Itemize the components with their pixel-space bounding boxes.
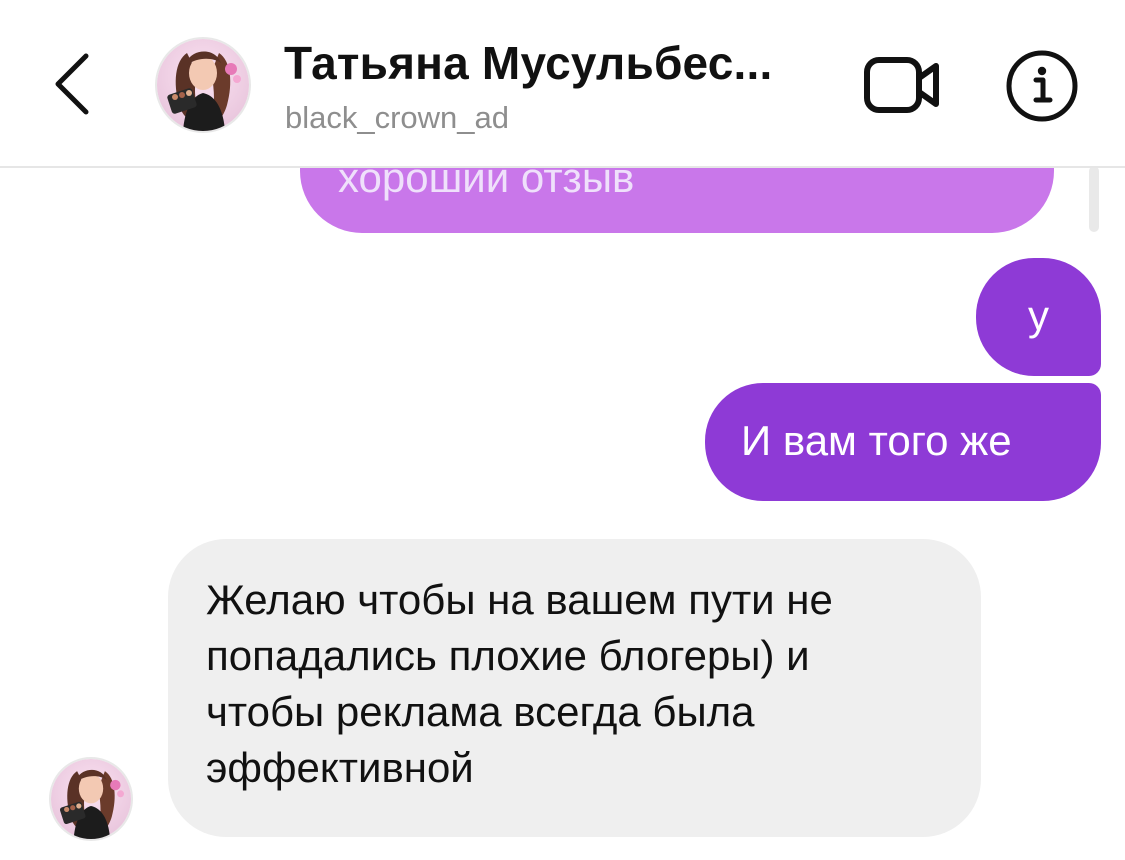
message-text: у [1028, 292, 1049, 339]
contact-name[interactable]: Татьяна Мусульбес... [284, 36, 772, 90]
contact-username[interactable]: black_crown_ad [285, 100, 509, 136]
avatar-image [157, 39, 249, 131]
chat-header: Татьяна Мусульбес... black_crown_ad [0, 0, 1125, 168]
message-text: Желаю чтобы на вашем пути не попадались … [206, 576, 833, 791]
video-call-button[interactable] [862, 52, 944, 118]
chat-screen: Татьяна Мусульбес... black_crown_ad хоро… [0, 0, 1125, 860]
avatar-image [51, 759, 131, 839]
chevron-left-icon [55, 53, 89, 115]
back-button[interactable] [40, 44, 110, 124]
sender-avatar[interactable] [49, 757, 133, 841]
message-text: И вам того же [741, 417, 1012, 464]
video-camera-icon [864, 57, 939, 113]
contact-avatar[interactable] [155, 37, 251, 133]
message-bubble-outgoing[interactable]: у [976, 258, 1101, 376]
info-icon [1006, 50, 1078, 122]
message-bubble-outgoing[interactable]: И вам того же [705, 383, 1101, 501]
scrollbar[interactable] [1089, 166, 1099, 232]
message-bubble-incoming[interactable]: Желаю чтобы на вашем пути не попадались … [168, 539, 981, 837]
info-button[interactable] [1003, 47, 1081, 125]
